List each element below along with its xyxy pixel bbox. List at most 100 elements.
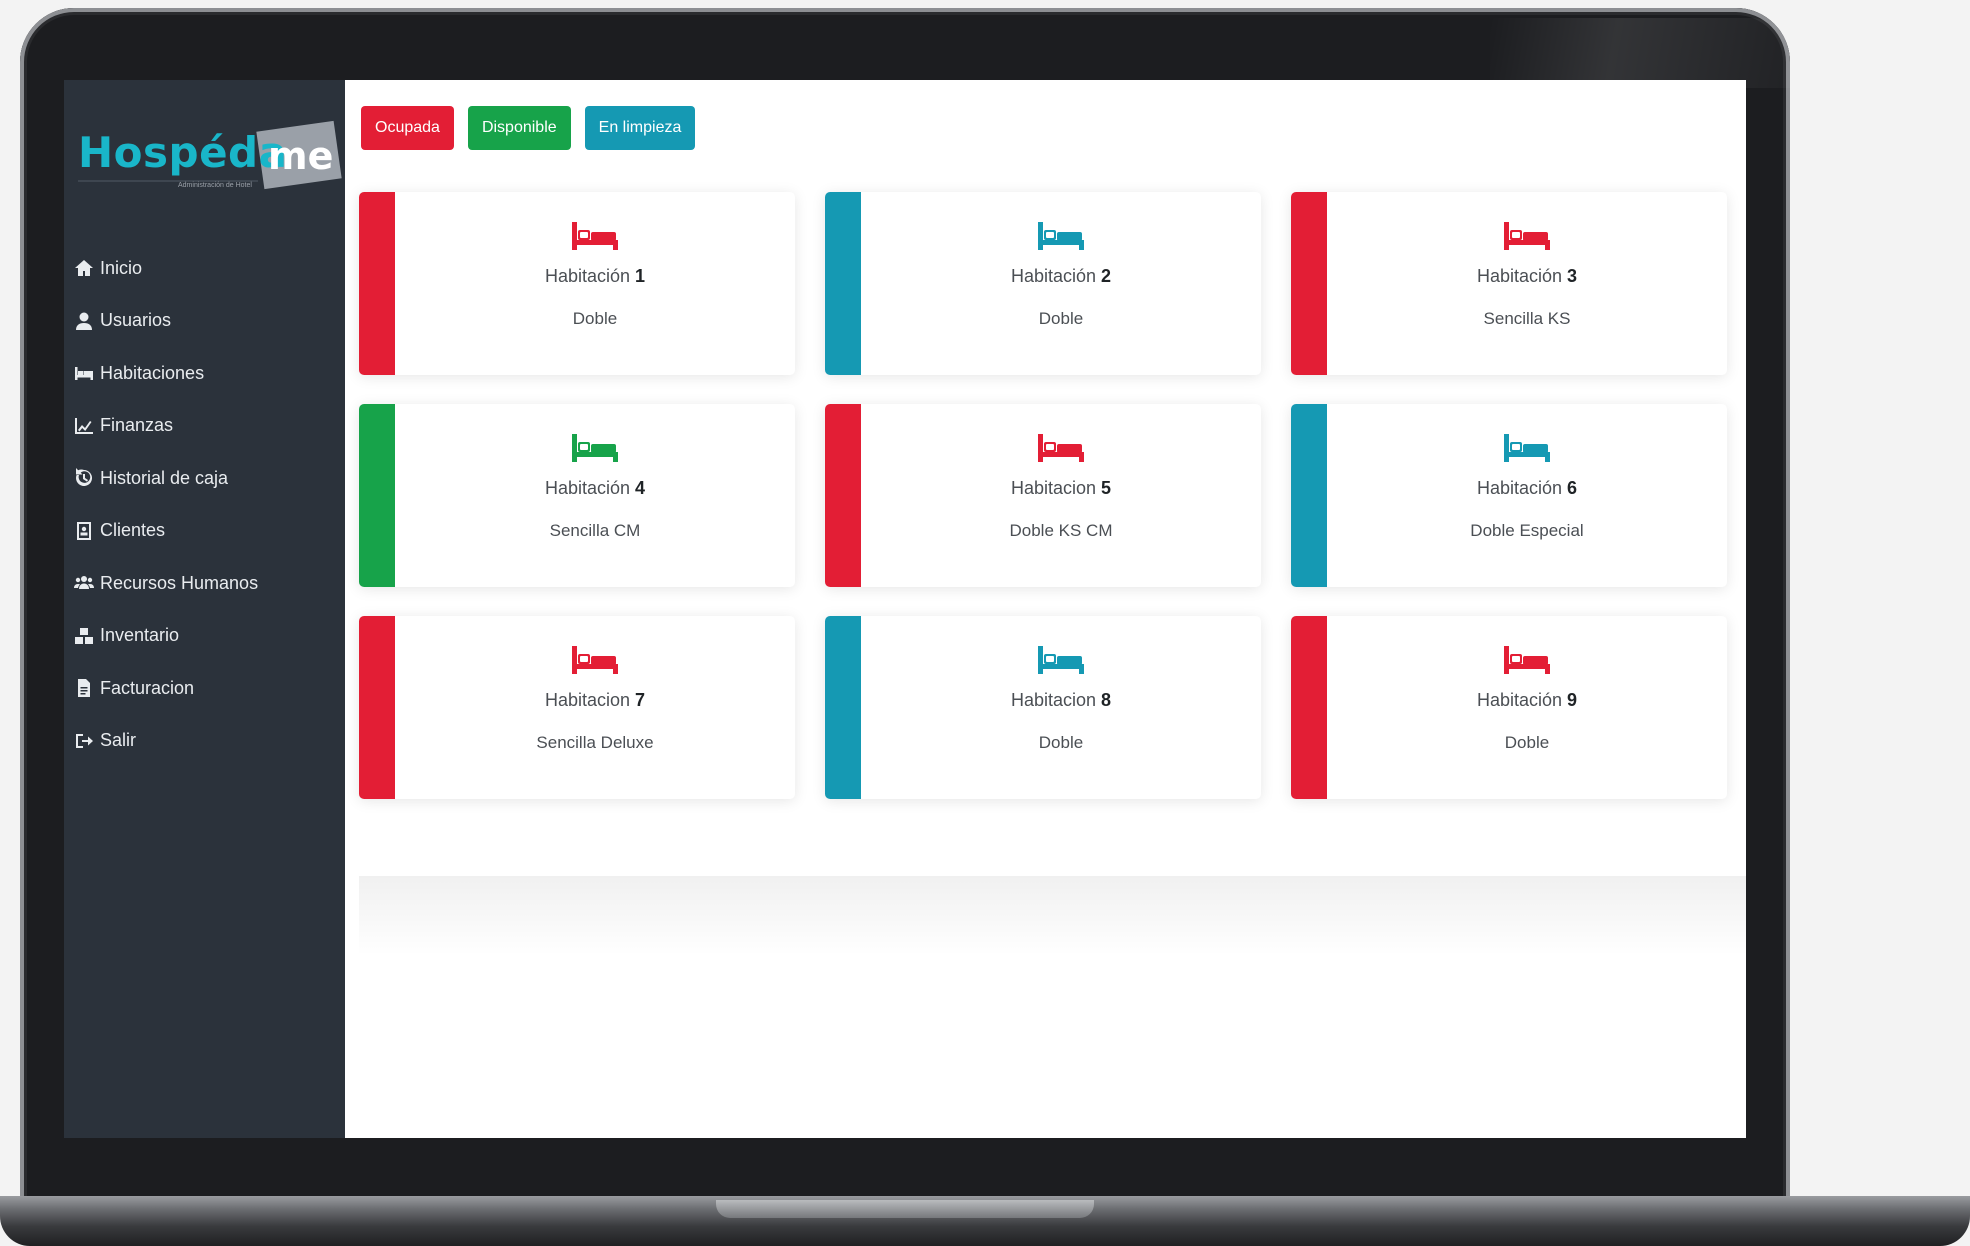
home-icon (72, 258, 96, 278)
bed-icon (1504, 222, 1550, 250)
room-card-body: Habitación 4 Sencilla CM (395, 404, 795, 587)
room-type: Doble (1038, 733, 1084, 752)
room-card[interactable]: Habitación 9 Doble (1291, 616, 1727, 799)
room-card-body: Habitacion 7 Sencilla Deluxe (395, 616, 795, 799)
sidebar-item-label: Inventario (100, 625, 180, 646)
room-number: 2 (1101, 266, 1112, 286)
sidebar-item-label: Salir (100, 730, 137, 751)
room-type: Doble (1038, 309, 1084, 328)
room-label: Habitación (544, 266, 631, 286)
sidebar-item-label: Habitaciones (100, 362, 205, 383)
sidebar-item-label: Finanzas (100, 415, 174, 436)
room-card-body: Habitación 6 Doble Especial (1327, 404, 1727, 587)
logo-suffix: me (268, 134, 334, 178)
sidebar: Hospéda me Administración de Hotel Inici… (64, 80, 345, 1138)
sidebar-item-finanzas[interactable]: Finanzas (72, 400, 342, 453)
logo[interactable]: Hospéda me Administración de Hotel (78, 120, 342, 192)
bed-icon (572, 646, 618, 674)
room-type: Sencilla CM (549, 521, 641, 540)
room-status-strip (825, 616, 861, 799)
room-card-body: Habitación 9 Doble (1327, 616, 1727, 799)
status-legend: Ocupada Disponible En limpieza (361, 106, 696, 150)
legend-cleaning-button[interactable]: En limpieza (584, 106, 696, 150)
legend-available-button[interactable]: Disponible (467, 106, 571, 150)
sidebar-item-label: Clientes (100, 520, 166, 541)
sidebar-item-historial-de-caja[interactable]: Historial de caja (72, 452, 342, 505)
bed-icon (1504, 646, 1550, 674)
room-title: Habitación 4 (545, 478, 645, 499)
sidebar-item-habitaciones[interactable]: Habitaciones (72, 347, 342, 400)
sidebar-item-inventario[interactable]: Inventario (72, 610, 342, 663)
room-status-strip (825, 404, 861, 587)
room-card[interactable]: Habitación 4 Sencilla CM (359, 404, 795, 587)
room-title: Habitación 2 (1011, 266, 1111, 287)
bed-icon (72, 363, 96, 383)
room-card[interactable]: Habitación 1 Doble (359, 192, 795, 375)
room-status-strip (359, 192, 395, 375)
empty-row-shadow (359, 876, 1746, 956)
room-label: Habitación (1010, 266, 1097, 286)
room-card-body: Habitacion 8 Doble (861, 616, 1261, 799)
room-type: Doble (572, 309, 618, 328)
room-label: Habitacion (1010, 690, 1097, 710)
room-number: 1 (635, 266, 646, 286)
bed-icon (572, 434, 618, 462)
contact-card-icon (72, 521, 96, 541)
screen-bottom-bezel (64, 1138, 1746, 1164)
room-card[interactable]: Habitacion 8 Doble (825, 616, 1261, 799)
room-type: Doble KS CM (1009, 521, 1113, 540)
sidebar-item-usuarios[interactable]: Usuarios (72, 295, 342, 348)
room-title: Habitación 1 (545, 266, 645, 287)
chart-icon (72, 416, 96, 436)
sidebar-item-recursos-humanos[interactable]: Recursos Humanos (72, 557, 342, 610)
room-number: 5 (1101, 478, 1112, 498)
sidebar-item-clientes[interactable]: Clientes (72, 505, 342, 558)
room-type: Sencilla KS (1483, 309, 1571, 328)
room-type: Sencilla Deluxe (536, 733, 654, 752)
room-status-strip (825, 192, 861, 375)
bed-icon (572, 222, 618, 250)
invoice-icon (72, 678, 96, 698)
users-icon (72, 573, 96, 593)
room-title: Habitacion 7 (545, 690, 645, 711)
room-label: Habitación (544, 478, 631, 498)
room-card-body: Habitacion 5 Doble KS CM (861, 404, 1261, 587)
legend-occupied-button[interactable]: Ocupada (361, 106, 454, 150)
room-card[interactable]: Habitación 2 Doble (825, 192, 1261, 375)
bed-icon (1038, 434, 1084, 462)
room-card-body: Habitación 1 Doble (395, 192, 795, 375)
room-title: Habitación 9 (1477, 690, 1577, 711)
boxes-icon (72, 626, 96, 646)
room-number: 4 (635, 478, 646, 498)
room-card[interactable]: Habitación 6 Doble Especial (1291, 404, 1727, 587)
bed-icon (1038, 646, 1084, 674)
sign-out-icon (72, 731, 96, 751)
sidebar-item-label: Facturacion (100, 677, 195, 698)
app-screen: Hospéda me Administración de Hotel Inici… (64, 80, 1746, 1138)
room-status-strip (359, 616, 395, 799)
room-card-body: Habitación 2 Doble (861, 192, 1261, 375)
sidebar-item-facturacion[interactable]: Facturacion (72, 662, 342, 715)
room-type: Doble Especial (1470, 521, 1584, 540)
sidebar-item-inicio[interactable]: Inicio (72, 242, 342, 295)
room-label: Habitación (1476, 266, 1563, 286)
room-status-strip (1291, 404, 1327, 587)
room-type: Doble (1504, 733, 1550, 752)
room-title: Habitacion 5 (1011, 478, 1111, 499)
room-card[interactable]: Habitacion 5 Doble KS CM (825, 404, 1261, 587)
sidebar-item-salir[interactable]: Salir (72, 715, 342, 768)
room-number: 3 (1567, 266, 1578, 286)
room-status-strip (1291, 192, 1327, 375)
sidebar-nav: Inicio Usuarios Habitaciones Finanzas Hi… (72, 242, 342, 767)
room-label: Habitación (1476, 690, 1563, 710)
room-label: Habitacion (544, 690, 631, 710)
room-label: Habitación (1476, 478, 1563, 498)
sidebar-item-label: Usuarios (100, 310, 172, 331)
room-label: Habitacion (1010, 478, 1097, 498)
room-card[interactable]: Habitacion 7 Sencilla Deluxe (359, 616, 795, 799)
user-icon (72, 311, 96, 331)
main-content: Ocupada Disponible En limpieza Habitació… (345, 80, 1746, 1138)
room-card[interactable]: Habitación 3 Sencilla KS (1291, 192, 1727, 375)
room-number: 6 (1567, 478, 1578, 498)
bed-icon (1038, 222, 1084, 250)
